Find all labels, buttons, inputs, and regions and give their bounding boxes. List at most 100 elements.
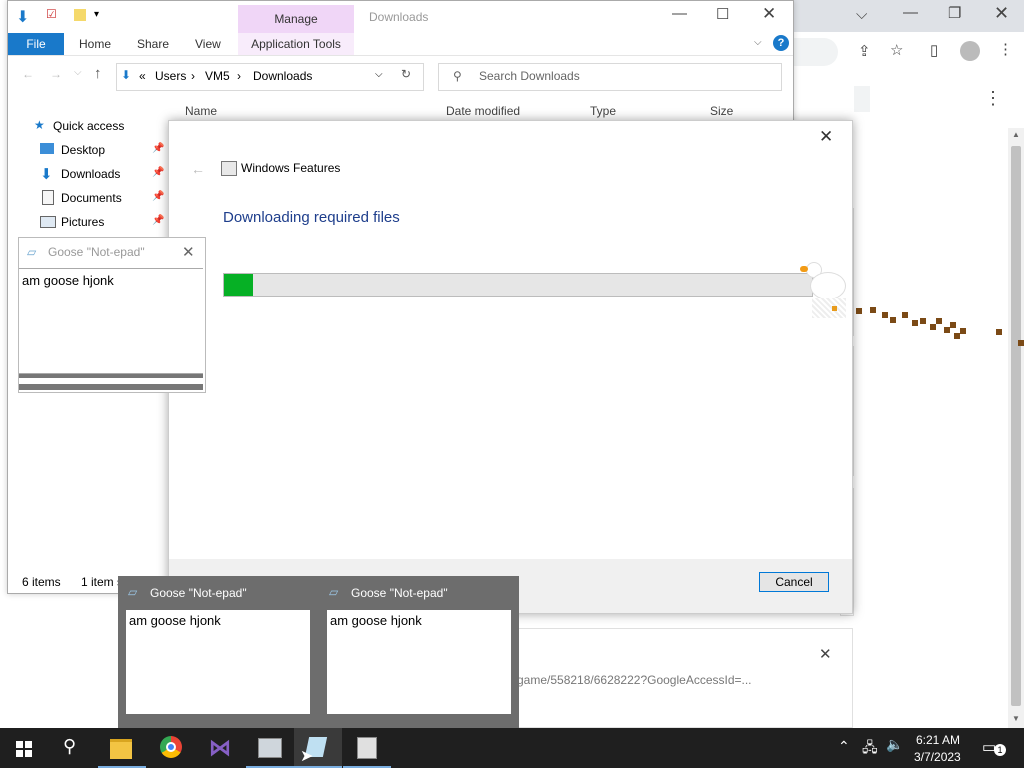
star-icon: ★: [34, 118, 45, 132]
notepad-icon: ▱: [27, 245, 37, 259]
tab-file[interactable]: File: [8, 33, 64, 55]
recent-dropdown-icon[interactable]: ⌵: [74, 67, 82, 78]
nav-downloads[interactable]: Downloads: [61, 167, 120, 181]
properties-icon[interactable]: ☑: [46, 7, 57, 21]
profile-avatar-icon[interactable]: [960, 41, 980, 61]
search-placeholder: Search Downloads: [479, 69, 580, 83]
network-icon[interactable]: 🖧: [862, 737, 878, 761]
thumbnail-preview[interactable]: ▱ Goose "Not-epad" am goose hjonk: [118, 576, 318, 728]
back-icon[interactable]: ←: [191, 161, 205, 177]
pin-icon: 📌: [152, 167, 165, 178]
thumbnail-text: am goose hjonk: [330, 613, 422, 628]
more-menu-icon[interactable]: ⋮: [998, 40, 1013, 58]
cancel-button[interactable]: Cancel: [759, 572, 829, 592]
nav-quick-access[interactable]: Quick access: [53, 119, 124, 133]
column-name[interactable]: Name: [185, 104, 217, 118]
qat-dropdown-icon[interactable]: ▾: [94, 9, 99, 20]
chrome-scrollbar-thumb[interactable]: [1011, 146, 1021, 706]
thumbnail-preview[interactable]: ▱ Goose "Not-epad" am goose hjonk: [319, 576, 519, 728]
column-size[interactable]: Size: [710, 104, 733, 118]
taskbar-windows-features[interactable]: [246, 728, 294, 768]
scroll-down-icon[interactable]: ▼: [1012, 714, 1020, 723]
breadcrumb-vm5[interactable]: VM5: [205, 69, 230, 83]
taskbar-thumbnail-popup: ▱ Goose "Not-epad" am goose hjonk ▱ Goos…: [118, 576, 519, 728]
share-icon[interactable]: ⇪: [858, 42, 871, 60]
chevron-down-icon[interactable]: ⌵: [856, 6, 867, 23]
clock-date[interactable]: 3/7/2023: [914, 750, 961, 764]
download-close-icon[interactable]: ✕: [819, 645, 832, 663]
progress-fill: [224, 274, 254, 296]
chevron-right-icon[interactable]: ›: [191, 69, 195, 83]
pin-icon: 📌: [152, 215, 165, 226]
close-icon[interactable]: ✕: [994, 3, 1009, 24]
nav-pictures[interactable]: Pictures: [61, 215, 104, 229]
download-arrow-icon: ⬇: [16, 9, 30, 26]
tab-application-tools[interactable]: Application Tools: [238, 33, 354, 55]
up-icon[interactable]: ↑: [94, 65, 102, 82]
notepad-text-area[interactable]: am goose hjonk: [19, 268, 203, 374]
column-date-modified[interactable]: Date modified: [446, 104, 520, 118]
help-icon[interactable]: ?: [773, 35, 789, 51]
tab-share[interactable]: Share: [137, 33, 169, 55]
window-title: Downloads: [369, 10, 429, 24]
close-icon[interactable]: ✕: [819, 127, 833, 147]
back-icon[interactable]: ←: [22, 67, 34, 81]
windows-features-icon: [221, 161, 237, 176]
nav-documents[interactable]: Documents: [61, 191, 122, 205]
maximize-icon[interactable]: ☐: [716, 5, 729, 23]
minimize-icon[interactable]: —: [903, 4, 918, 21]
action-center[interactable]: ▭ 1: [982, 738, 1006, 758]
breadcrumb-users[interactable]: Users: [155, 69, 186, 83]
breadcrumb-downloads[interactable]: Downloads: [253, 69, 312, 83]
notepad-text: am goose hjonk: [22, 273, 114, 288]
ribbon-expand-icon[interactable]: ⌵: [754, 37, 762, 48]
close-icon[interactable]: ✕: [762, 4, 776, 24]
pin-icon: 📌: [152, 191, 165, 202]
notepad-window[interactable]: ▱ Goose "Not-epad" ✕ am goose hjonk: [18, 237, 206, 393]
desktop-goose[interactable]: [796, 258, 850, 320]
taskbar-visual-studio[interactable]: ⋈: [196, 728, 244, 768]
omnibox[interactable]: [790, 38, 838, 66]
close-icon[interactable]: ✕: [182, 243, 195, 261]
nav-desktop[interactable]: Desktop: [61, 143, 105, 157]
notepad-scrollbar: [19, 374, 203, 378]
notepad-title: Goose "Not-epad": [48, 245, 145, 259]
desktop-icon: [40, 143, 54, 154]
column-type[interactable]: Type: [590, 104, 616, 118]
taskbar-chrome[interactable]: [148, 728, 196, 768]
page-more-icon[interactable]: ⋮: [984, 88, 1002, 109]
breadcrumb-overflow[interactable]: «: [139, 69, 146, 83]
notepad-icon: ▱: [329, 585, 339, 599]
refresh-icon[interactable]: ↻: [401, 67, 411, 81]
clock-time[interactable]: 6:21 AM: [916, 733, 960, 747]
thumbnail-title: Goose "Not-epad": [351, 586, 448, 600]
tab-home[interactable]: Home: [79, 33, 111, 55]
dialog-window-title: Windows Features: [241, 161, 341, 175]
search-button[interactable]: ⚲: [48, 728, 96, 768]
side-panel-icon[interactable]: ▯: [930, 41, 938, 59]
download-url[interactable]: game/558218/6628222?GoogleAccessId=...: [517, 673, 752, 687]
start-button[interactable]: [0, 728, 48, 768]
taskbar-installer[interactable]: [343, 728, 391, 768]
address-bar[interactable]: ⬇ « Users › VM5 › Downloads ⌵ ↻: [116, 63, 424, 91]
minimize-icon[interactable]: —: [672, 5, 687, 22]
show-hidden-icons-icon[interactable]: ⌃: [838, 738, 850, 755]
volume-icon[interactable]: 🔈: [886, 736, 903, 753]
taskbar-file-explorer[interactable]: [98, 728, 146, 768]
ribbon-tabs: [8, 33, 793, 56]
downloads-folder-icon: ⬇: [121, 68, 132, 82]
progress-bar: [223, 273, 813, 297]
new-folder-icon[interactable]: [74, 9, 86, 21]
forward-icon[interactable]: →: [50, 67, 62, 81]
tab-view[interactable]: View: [195, 33, 221, 55]
chevron-right-icon[interactable]: ›: [237, 69, 241, 83]
manage-context-tab[interactable]: Manage: [238, 5, 354, 33]
chrome-titlebar: ⌵ — ❐ ✕: [790, 0, 1024, 32]
restore-icon[interactable]: ❐: [948, 4, 961, 22]
address-dropdown-icon[interactable]: ⌵: [375, 69, 383, 80]
pin-icon: 📌: [152, 143, 165, 154]
scroll-up-icon[interactable]: ▲: [1012, 130, 1020, 139]
search-input[interactable]: ⚲ Search Downloads: [438, 63, 782, 91]
notification-badge: 1: [994, 744, 1006, 756]
bookmark-star-icon[interactable]: ☆: [890, 41, 903, 59]
